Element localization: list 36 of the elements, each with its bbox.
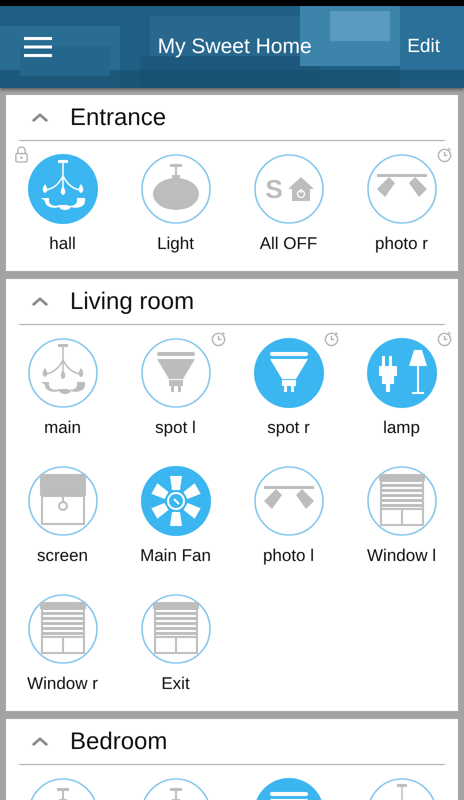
device-chandelier-button[interactable] (28, 154, 98, 224)
device-label: Exit (161, 673, 190, 695)
collapse-chevron-icon[interactable] (31, 112, 49, 123)
device-pendant-lamp-button[interactable] (140, 154, 210, 224)
device-label: Light (157, 233, 194, 255)
device-window-shutter-button[interactable] (366, 466, 436, 536)
collapse-chevron-icon[interactable] (31, 296, 49, 307)
room-title: Living room (70, 288, 194, 316)
menu-button[interactable] (24, 36, 52, 58)
device-label: All OFF (260, 233, 318, 255)
device-chandelier-button[interactable] (28, 338, 98, 408)
room-title: Bedroom (70, 728, 168, 756)
device-window-shutter-button[interactable] (140, 594, 210, 664)
device-label: spot r (267, 417, 310, 439)
device-label: spot l (155, 417, 196, 439)
device-plug-lamp-button[interactable] (366, 338, 436, 408)
device-label: photo r (375, 233, 428, 255)
device-spotlight-button[interactable] (140, 338, 210, 408)
device-label: hall (49, 233, 76, 255)
device-label: screen (36, 545, 88, 567)
edit-button[interactable]: Edit (407, 36, 440, 58)
app-title: My Sweet Home (156, 35, 313, 59)
device-label: Main Fan (140, 545, 211, 567)
device-label: Window l (367, 545, 436, 567)
device-track-light-button[interactable] (366, 154, 436, 224)
device-spotlight-button[interactable] (254, 338, 324, 408)
device-label: photo l (262, 545, 314, 567)
device-fan-button[interactable] (140, 466, 210, 536)
device-label: lamp (383, 417, 420, 439)
device-label: main (44, 417, 81, 439)
device-window-shutter-button[interactable] (28, 594, 98, 664)
collapse-chevron-icon[interactable] (31, 736, 49, 747)
device-window-shade-button[interactable] (28, 466, 98, 536)
device-label: Window r (27, 673, 98, 695)
device-track-light-button[interactable] (254, 466, 324, 536)
room-title: Entrance (70, 104, 166, 132)
